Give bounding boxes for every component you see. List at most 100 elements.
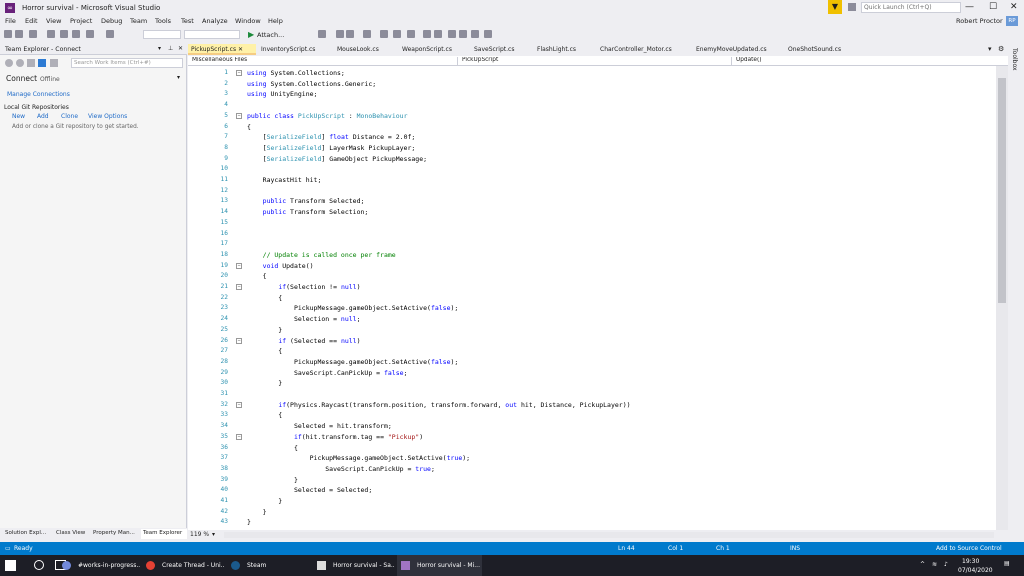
feedback-icon[interactable] (848, 3, 856, 11)
project-dropdown[interactable]: Miscellaneous Files (192, 57, 458, 65)
clone-repo-link[interactable]: Clone (61, 113, 78, 120)
solution-config-dropdown[interactable] (143, 30, 181, 39)
code-line[interactable]: } (247, 497, 282, 505)
code-line[interactable]: } (247, 518, 251, 526)
code-line[interactable]: using System.Collections; (247, 69, 345, 77)
code-line[interactable]: [SerializeField] LayerMask PickupLayer; (247, 144, 416, 152)
back-icon[interactable] (4, 30, 12, 38)
code-line[interactable]: Selected = hit.transform; (247, 422, 392, 430)
add-repo-link[interactable]: Add (37, 113, 49, 120)
view-options-link[interactable]: View Options (88, 113, 127, 120)
new-repo-link[interactable]: New (12, 113, 25, 120)
code-line[interactable]: { (247, 123, 251, 131)
home-icon[interactable] (27, 59, 35, 67)
menu-test[interactable]: Test (181, 17, 194, 25)
save-icon[interactable] (60, 30, 68, 38)
code-line[interactable]: if(hit.transform.tag == "Pickup") (247, 433, 423, 441)
fold-toggle-icon[interactable]: − (236, 337, 242, 344)
manage-connections-link[interactable]: Manage Connections (7, 91, 70, 98)
doc-tab-enemymoveupdated[interactable]: EnemyMoveUpdated.cs (693, 44, 785, 55)
tab-solution-explorer[interactable]: Solution Expl... (3, 529, 51, 539)
forward-nav-icon[interactable] (16, 59, 24, 67)
toolbar-icon-6[interactable] (393, 30, 401, 38)
tab-overflow-icon[interactable]: ▾ (988, 45, 992, 53)
code-line[interactable]: } (247, 476, 298, 484)
doc-tab-oneshotsound[interactable]: OneShotSound.cs (785, 44, 863, 55)
menu-file[interactable]: File (5, 17, 16, 25)
menu-team[interactable]: Team (130, 17, 147, 25)
window-minimize-button[interactable]: — (965, 2, 974, 12)
menu-project[interactable]: Project (70, 17, 92, 25)
code-area[interactable]: using System.Collections; using System.Co… (188, 66, 993, 530)
doc-tab-charcontroller[interactable]: CharController_Motor.cs (597, 44, 693, 55)
zoom-level[interactable]: 119 % (190, 531, 209, 538)
menu-window[interactable]: Window (235, 17, 261, 25)
connect-dropdown-icon[interactable]: ▾ (177, 74, 180, 81)
menu-tools[interactable]: Tools (155, 17, 171, 25)
new-project-icon[interactable] (29, 30, 37, 38)
fold-toggle-icon[interactable]: − (236, 262, 242, 269)
code-line[interactable]: if(Selection != null) (247, 283, 360, 291)
tab-property-manager[interactable]: Property Man... (91, 529, 139, 539)
network-icon[interactable]: ≋ (932, 561, 937, 568)
tab-class-view[interactable]: Class View (54, 529, 88, 539)
code-line[interactable]: using UnityEngine; (247, 90, 317, 98)
menu-edit[interactable]: Edit (25, 17, 38, 25)
code-line[interactable]: RaycastHit hit; (247, 176, 322, 184)
filter-icon[interactable]: ▼ (828, 0, 842, 14)
class-dropdown[interactable]: PickUpScript (462, 57, 732, 65)
search-work-items-input[interactable]: Search Work Items (Ctrl+#) (71, 58, 183, 68)
fold-toggle-icon[interactable]: − (236, 284, 242, 290)
clock-date[interactable]: 07/04/2020 (958, 567, 993, 574)
code-line[interactable]: if (Selected == null) (247, 337, 360, 345)
zoom-dropdown-icon[interactable]: ▾ (212, 531, 215, 538)
code-line[interactable]: PickupMessage.gameObject.SetActive(false… (247, 304, 458, 312)
code-line[interactable]: } (247, 508, 267, 516)
toolbar-icon-7[interactable] (407, 30, 415, 38)
menu-debug[interactable]: Debug (101, 17, 122, 25)
fold-toggle-icon[interactable]: − (236, 433, 242, 440)
code-line[interactable]: public Transform Selected; (247, 197, 365, 205)
code-line[interactable]: using System.Collections.Generic; (247, 80, 376, 88)
open-icon[interactable] (47, 30, 55, 38)
code-line[interactable]: [SerializeField] float Distance = 2.0f; (247, 133, 416, 141)
doc-tab-savescript[interactable]: SaveScript.cs (471, 44, 535, 55)
add-to-source-control-button[interactable]: Add to Source Control (936, 545, 1002, 552)
panel-close-icon[interactable]: ✕ (178, 45, 183, 52)
tab-team-explorer[interactable]: Team Explorer (141, 529, 187, 539)
code-line[interactable]: public Transform Selection; (247, 208, 369, 216)
code-line[interactable]: Selected = Selected; (247, 486, 372, 494)
code-line[interactable]: } (247, 326, 282, 334)
bookmark-icon[interactable] (448, 30, 456, 38)
tray-chevron-icon[interactable]: ^ (920, 561, 925, 568)
next-bookmark-icon[interactable] (471, 30, 479, 38)
code-line[interactable]: SaveScript.CanPickUp = false; (247, 369, 408, 377)
code-line[interactable]: public class PickUpScript : MonoBehaviou… (247, 112, 408, 120)
windows-start-icon[interactable] (5, 560, 16, 571)
code-line[interactable]: if(Physics.Raycast(transform.position, t… (247, 401, 630, 409)
prev-bookmark-icon[interactable] (459, 30, 467, 38)
doc-tab-flashlight[interactable]: FlashLight.cs (534, 44, 598, 55)
clear-bookmarks-icon[interactable] (484, 30, 492, 38)
back-nav-icon[interactable] (5, 59, 13, 67)
indent-icon[interactable] (434, 30, 442, 38)
doc-tab-mouselook[interactable]: MouseLook.cs (334, 44, 400, 55)
code-line[interactable]: void Update() (247, 262, 314, 270)
pin-icon[interactable]: ⊥ (168, 45, 173, 52)
code-line[interactable]: { (247, 411, 282, 419)
panel-menu-icon[interactable]: ▾ (158, 45, 161, 52)
save-all-icon[interactable] (72, 30, 80, 38)
toolbox-tab[interactable]: Toolbox (1011, 48, 1018, 71)
horizontal-scrollbar[interactable] (224, 532, 994, 538)
doc-tab-weaponscript[interactable]: WeaponScript.cs (399, 44, 471, 55)
redo-icon[interactable] (106, 30, 114, 38)
code-line[interactable]: // Update is called once per frame (247, 251, 396, 259)
search-icon[interactable] (34, 560, 44, 570)
vertical-scrollbar[interactable] (996, 66, 1008, 530)
code-line[interactable]: PickupMessage.gameObject.SetActive(true)… (247, 454, 470, 462)
toolbar-icon-3[interactable] (346, 30, 354, 38)
code-line[interactable]: { (247, 444, 298, 452)
code-line[interactable]: Selection = null; (247, 315, 361, 323)
notifications-icon[interactable]: ▤ (1004, 560, 1010, 567)
outdent-icon[interactable] (423, 30, 431, 38)
